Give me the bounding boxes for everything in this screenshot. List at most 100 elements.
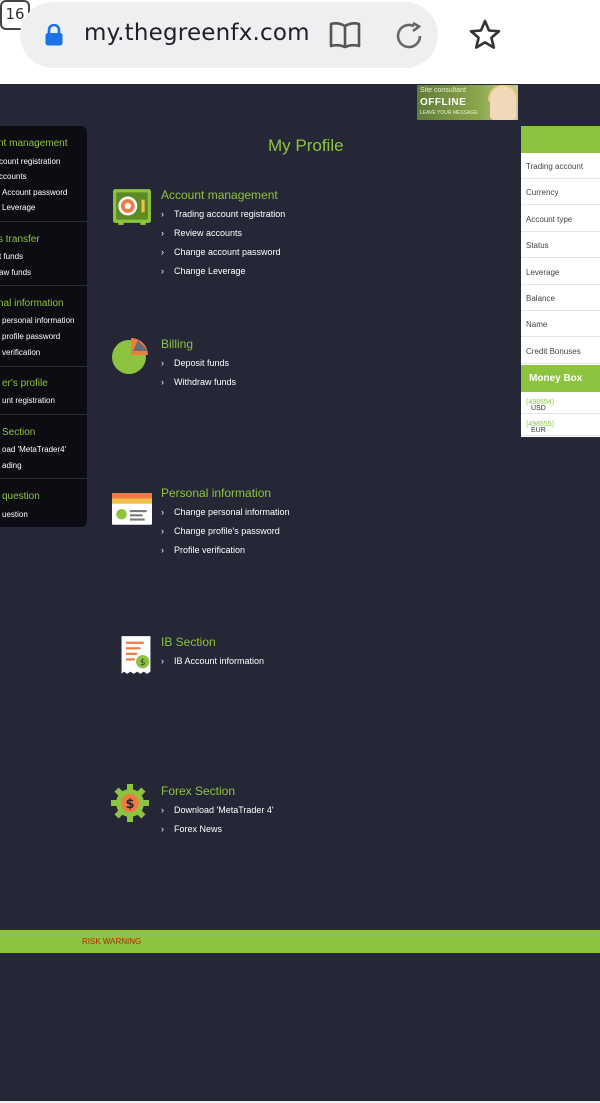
left-side-menu: nt management count registration ccounts…	[0, 126, 87, 527]
left-menu-item[interactable]: uestion	[2, 510, 28, 519]
money-box-row[interactable]: USD (498554)	[521, 393, 600, 414]
reload-icon[interactable]	[393, 20, 425, 52]
section-link[interactable]: › Change personal information	[161, 507, 290, 517]
left-menu-item[interactable]: personal information	[2, 316, 74, 325]
risk-warning-bar: RISK WARNING	[0, 930, 600, 953]
dollar-gear-icon: $	[111, 784, 149, 822]
section-link-label[interactable]: Change account password	[174, 247, 281, 257]
svg-text:$: $	[140, 658, 146, 668]
left-menu-item[interactable]: aw funds	[0, 268, 31, 277]
url-text[interactable]: my.thegreenfx.com	[84, 20, 310, 46]
money-box-header: Money Box	[521, 365, 600, 392]
section-link[interactable]: › Trading account registration	[161, 209, 285, 219]
divider	[0, 221, 87, 222]
section-link-label[interactable]: Change Leverage	[174, 266, 246, 276]
chevron-right-icon: ›	[161, 377, 164, 387]
account-row-label: Leverage	[526, 268, 560, 277]
left-menu-section-title[interactable]: Section	[2, 427, 35, 438]
consultant-label: Site consultant	[420, 87, 466, 94]
account-row-label: Trading account	[526, 162, 584, 171]
account-row: Leverage	[521, 259, 600, 285]
pie-chart-icon	[112, 338, 148, 374]
account-row: Name	[521, 311, 600, 337]
account-info-panel: Trading account Currency Account type St…	[521, 126, 600, 437]
chevron-right-icon: ›	[161, 824, 164, 834]
account-row-label: Balance	[526, 294, 555, 303]
section-link[interactable]: › Profile verification	[161, 545, 245, 555]
consultant-banner[interactable]: Site consultant OFFLINE LEAVE YOUR MESSA…	[417, 85, 518, 120]
money-box-currency: USD	[531, 405, 546, 412]
section-link-label[interactable]: Review accounts	[174, 228, 242, 238]
section-link-label[interactable]: Withdraw funds	[174, 377, 236, 387]
reader-mode-icon[interactable]	[328, 20, 362, 50]
account-row-label: Name	[526, 320, 548, 329]
section-link[interactable]: › Review accounts	[161, 228, 242, 238]
left-menu-section-title[interactable]: s transfer	[0, 234, 40, 245]
left-menu-section-title[interactable]: er's profile	[2, 378, 48, 389]
chevron-right-icon: ›	[161, 507, 164, 517]
svg-text:$: $	[125, 797, 134, 812]
section-title: Personal information	[161, 486, 272, 500]
lock-icon[interactable]	[44, 24, 64, 46]
money-box-title: Money Box	[529, 373, 583, 384]
bookmark-star-icon[interactable]	[468, 18, 502, 52]
left-menu-item[interactable]: unt registration	[2, 396, 55, 405]
section-link[interactable]: › Download 'MetaTrader 4'	[161, 805, 274, 815]
left-menu-item[interactable]: ccounts	[0, 172, 27, 181]
browser-toolbar: my.thegreenfx.com 16	[0, 0, 600, 84]
chevron-right-icon: ›	[161, 656, 164, 666]
section-link[interactable]: › Change profile's password	[161, 526, 280, 536]
consultant-face	[490, 86, 516, 120]
money-box-row[interactable]: EUR (498555)	[521, 415, 600, 436]
chevron-right-icon: ›	[161, 358, 164, 368]
section-title: Billing	[161, 337, 194, 351]
left-menu-item[interactable]: Account password	[2, 188, 67, 197]
divider	[0, 366, 87, 367]
safe-icon	[113, 189, 151, 225]
account-row-label: Credit Bonuses	[526, 347, 581, 356]
left-menu-section-title[interactable]: nal information	[0, 298, 64, 309]
section-title: Forex Section	[161, 784, 236, 798]
section-link[interactable]: › Change account password	[161, 247, 281, 257]
risk-warning-link[interactable]: RISK WARNING	[82, 937, 141, 946]
account-row: Balance	[521, 285, 600, 311]
consultant-status: OFFLINE	[420, 97, 467, 108]
chevron-right-icon: ›	[161, 266, 164, 276]
left-menu-section-title[interactable]: nt management	[0, 138, 68, 149]
divider	[0, 478, 87, 479]
left-menu-item[interactable]: Leverage	[2, 203, 35, 212]
section-link-label[interactable]: Deposit funds	[174, 358, 229, 368]
section-link-label[interactable]: Profile verification	[174, 545, 245, 555]
left-menu-section-title[interactable]: question	[2, 491, 40, 502]
section-link-label[interactable]: Change personal information	[174, 507, 290, 517]
account-row: Trading account	[521, 153, 600, 179]
section-title: Account management	[161, 188, 278, 202]
chevron-right-icon: ›	[161, 247, 164, 257]
section-link-label[interactable]: Trading account registration	[174, 209, 285, 219]
left-menu-item[interactable]: profile password	[2, 332, 60, 341]
left-menu-item[interactable]: oad 'MetaTrader4'	[2, 445, 66, 454]
section-link[interactable]: › Withdraw funds	[161, 377, 236, 387]
section-link-label[interactable]: IB Account information	[174, 656, 264, 666]
section-link-label[interactable]: Forex News	[174, 824, 222, 834]
divider	[0, 285, 87, 286]
left-menu-item[interactable]: count registration	[0, 157, 60, 166]
account-row-label: Currency	[526, 188, 559, 197]
left-menu-item[interactable]: verification	[2, 348, 40, 357]
section-title: IB Section	[161, 635, 216, 649]
section-link[interactable]: › Forex News	[161, 824, 222, 834]
section-link[interactable]: › Change Leverage	[161, 266, 246, 276]
section-link[interactable]: › IB Account information	[161, 656, 264, 666]
account-row-label: Status	[526, 241, 549, 250]
section-link[interactable]: › Deposit funds	[161, 358, 229, 368]
money-box-currency: EUR	[531, 427, 546, 434]
section-link-label[interactable]: Change profile's password	[174, 526, 280, 536]
divider	[0, 414, 87, 415]
section-link-label[interactable]: Download 'MetaTrader 4'	[174, 805, 274, 815]
certificate-icon: $	[121, 636, 151, 674]
left-menu-item[interactable]: ading	[2, 461, 22, 470]
account-row: Currency	[521, 179, 600, 205]
left-menu-item[interactable]: t funds	[0, 252, 23, 261]
chevron-right-icon: ›	[161, 805, 164, 815]
chevron-right-icon: ›	[161, 526, 164, 536]
